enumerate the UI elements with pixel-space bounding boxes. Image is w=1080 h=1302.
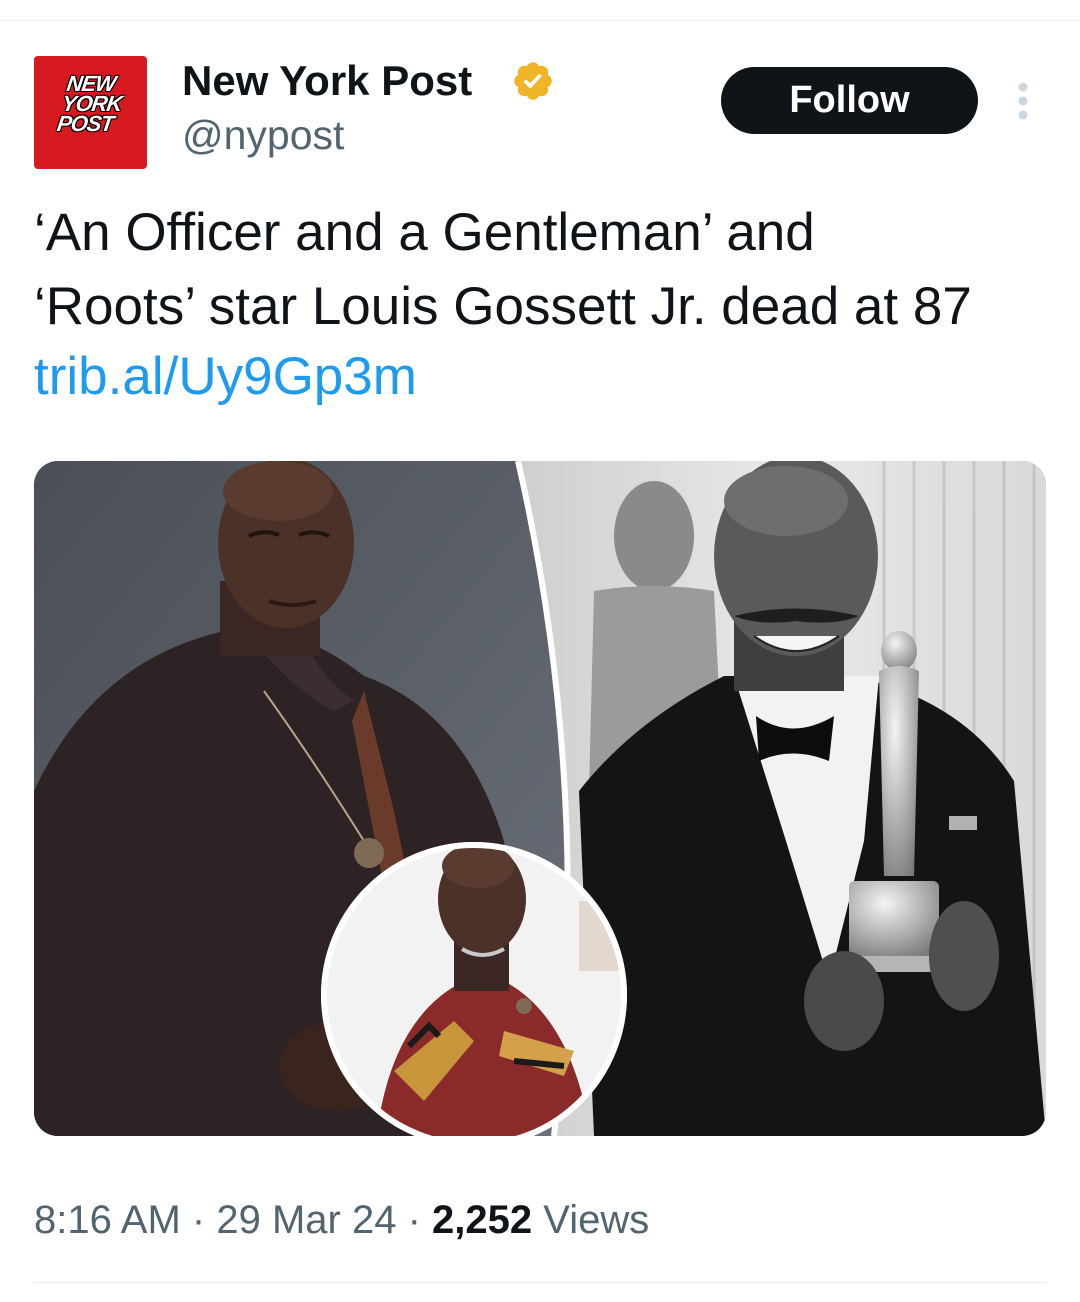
account-handle[interactable]: @nypost: [182, 110, 344, 160]
nypost-logo: NEW YORK POST: [55, 71, 124, 136]
meta-separator: ·: [191, 1198, 206, 1242]
tweet-media-image[interactable]: [34, 461, 1046, 1136]
tweet-text-line: ‘An Officer and a Gentleman’ and: [34, 203, 815, 262]
bottom-divider: [34, 1282, 1046, 1283]
top-divider: [0, 20, 1080, 21]
avatar[interactable]: NEW YORK POST: [34, 56, 147, 169]
tweet-time[interactable]: 8:16 AM: [34, 1198, 181, 1242]
tweet-link[interactable]: trib.al/Uy9Gp3m: [34, 340, 417, 414]
tweet-meta: 8:16 AM · 29 Mar 24 · 2,252 Views: [34, 1192, 649, 1248]
more-vertical-icon[interactable]: [1008, 80, 1038, 122]
meta-separator: ·: [407, 1198, 421, 1242]
tweet-text-line: ‘Roots’ star Louis Gossett Jr. dead at 8…: [34, 277, 972, 336]
tweet-date[interactable]: 29 Mar 24: [216, 1198, 396, 1242]
display-name[interactable]: New York Post: [182, 56, 472, 106]
photo-collage: [34, 461, 1046, 1136]
follow-button[interactable]: Follow: [721, 67, 978, 134]
tweet-text: ‘An Officer and a Gentleman’ and ‘Roots’…: [34, 196, 1064, 344]
verified-badge-icon[interactable]: [511, 59, 555, 103]
views-label[interactable]: Views: [543, 1198, 649, 1242]
views-count[interactable]: 2,252: [432, 1198, 532, 1242]
